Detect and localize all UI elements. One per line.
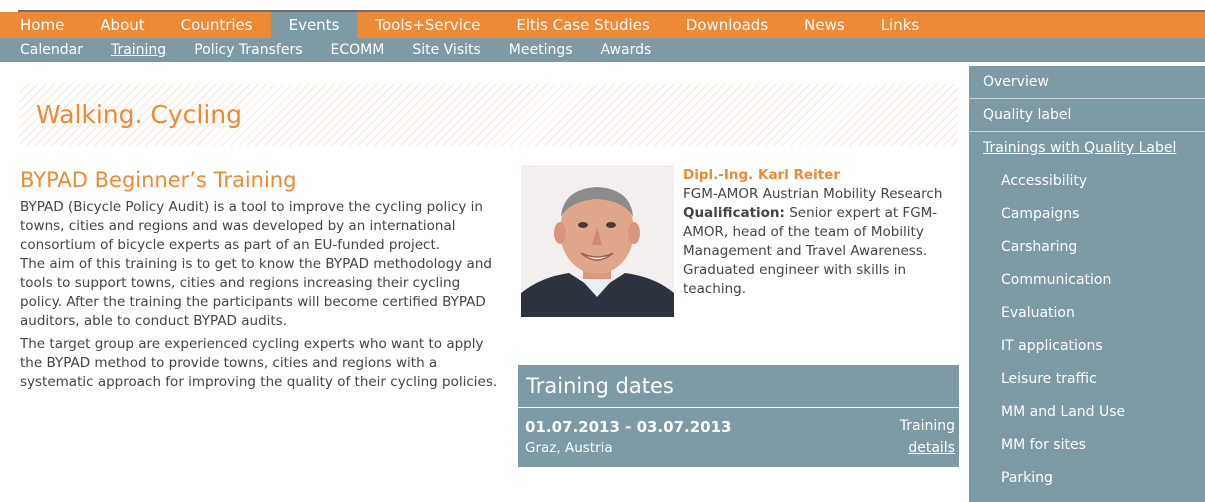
qualification-label: Qualification: (683, 205, 785, 221)
training-paragraph-1: BYPAD (Bicycle Policy Audit) is a tool t… (20, 199, 483, 253)
expert-name: Dipl.-Ing. Karl Reiter (683, 167, 840, 183)
subnav-site-visits[interactable]: Site Visits (398, 38, 494, 62)
sidebar-navigation: Overview Quality label Trainings with Qu… (969, 66, 1205, 502)
main-navigation: Home About Countries Events Tools+Servic… (0, 12, 1205, 38)
sidebar-item-parking[interactable]: Parking (969, 462, 1205, 495)
subnav-training[interactable]: Training (97, 38, 180, 62)
training-title: BYPAD Beginner’s Training (20, 168, 297, 192)
nav-news[interactable]: News (786, 12, 863, 38)
training-description: BYPAD Beginner’s Training BYPAD (Bicycle… (20, 162, 500, 392)
sidebar-item-leisure-traffic[interactable]: Leisure traffic (969, 363, 1205, 396)
portrait-image (521, 165, 674, 317)
top-divider (0, 0, 1205, 12)
sidebar-item-quality-label[interactable]: Quality label (969, 99, 1205, 132)
sidebar-item-trainings-with-quality-label[interactable]: Trainings with Quality Label (969, 132, 1205, 165)
sidebar-item-overview[interactable]: Overview (969, 66, 1205, 99)
sidebar-item-evaluation[interactable]: Evaluation (969, 297, 1205, 330)
subnav-meetings[interactable]: Meetings (495, 38, 587, 62)
expert-photo (521, 165, 674, 317)
training-link-label: Training (899, 418, 955, 434)
training-paragraph-3: The target group are experienced cycling… (20, 336, 498, 390)
page-title-banner: Walking. Cycling (20, 84, 958, 146)
sub-navigation: Calendar Training Policy Transfers ECOMM… (0, 38, 1205, 62)
nav-tools-service[interactable]: Tools+Service (357, 12, 498, 38)
training-dates-box: Training dates 01.07.2013 - 03.07.2013 G… (518, 365, 959, 467)
expert-info: Dipl.-Ing. Karl Reiter FGM-AMOR Austrian… (683, 166, 963, 299)
sidebar-item-communication[interactable]: Communication (969, 264, 1205, 297)
subnav-ecomm[interactable]: ECOMM (317, 38, 399, 62)
expert-qualification: Qualification: Senior expert at FGM-AMOR… (683, 204, 963, 299)
expert-organisation: FGM-AMOR Austrian Mobility Research (683, 186, 943, 202)
subnav-policy-transfers[interactable]: Policy Transfers (180, 38, 316, 62)
sidebar-item-carsharing[interactable]: Carsharing (969, 231, 1205, 264)
sidebar-item-campaigns[interactable]: Campaigns (969, 198, 1205, 231)
nav-countries[interactable]: Countries (163, 12, 271, 38)
sidebar-item-it-applications[interactable]: IT applications (969, 330, 1205, 363)
sidebar-item-accessibility[interactable]: Accessibility (969, 165, 1205, 198)
training-dates-heading: Training dates (526, 374, 674, 398)
page-title: Walking. Cycling (36, 100, 243, 129)
nav-home[interactable]: Home (0, 12, 82, 38)
training-date: 01.07.2013 - 03.07.2013 (525, 418, 732, 436)
training-paragraph-2: The aim of this training is to get to kn… (20, 256, 492, 329)
training-location: Graz, Austria (525, 440, 613, 456)
subnav-awards[interactable]: Awards (587, 38, 666, 62)
nav-eltis-case-studies[interactable]: Eltis Case Studies (498, 12, 667, 38)
nav-events[interactable]: Events (270, 12, 358, 38)
nav-downloads[interactable]: Downloads (668, 12, 786, 38)
sidebar-item-mm-for-sites[interactable]: MM for sites (969, 429, 1205, 462)
nav-links[interactable]: Links (863, 12, 938, 38)
nav-about[interactable]: About (82, 12, 162, 38)
subnav-calendar[interactable]: Calendar (0, 38, 97, 62)
training-date-row: 01.07.2013 - 03.07.2013 Graz, Austria Tr… (518, 407, 959, 467)
sidebar-item-mm-and-land-use[interactable]: MM and Land Use (969, 396, 1205, 429)
training-details-link[interactable]: details (908, 440, 955, 456)
